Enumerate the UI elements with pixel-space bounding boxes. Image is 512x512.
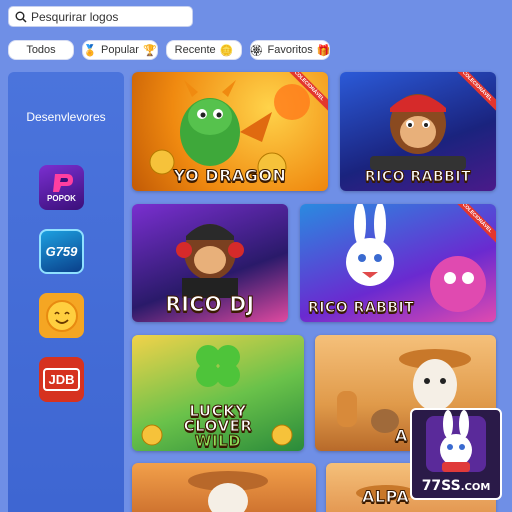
provider-name: JDB (43, 368, 80, 391)
filter-label: Recente (174, 44, 216, 56)
coins-icon: 🪙 (219, 44, 234, 57)
provider-sidebar: Desenvlevores POPOK G759 JDB (8, 72, 124, 512)
favorite-icon: 🏵 (249, 44, 264, 57)
game-card[interactable]: COLECIONÁVEL RICO RABBIT (300, 204, 496, 322)
rabbit-mascot-icon (426, 410, 486, 472)
filter-label: Todos (26, 44, 56, 56)
filter-bar: Todos 🏅 Popular 🏆 Recente 🪙 🏵 Favoritos … (8, 40, 330, 60)
provider-popok[interactable]: POPOK (39, 165, 84, 210)
provider-g759[interactable]: G759 (39, 229, 84, 274)
game-card[interactable]: COLECIONÁVEL RICO RABBIT (340, 72, 496, 191)
popok-p-icon (52, 174, 73, 192)
filter-todos[interactable]: Todos (8, 40, 74, 60)
brand-name: 77SS.COM (412, 478, 500, 494)
game-title: RICO DJ (165, 292, 255, 317)
popular-icon: 🏅 (83, 44, 98, 57)
search-bar[interactable]: Pesqurirar logos (8, 6, 193, 27)
game-card[interactable]: LUCKY CLOVER WILD (132, 335, 304, 451)
sidebar-title: Desenvlevores (26, 110, 106, 124)
filter-popular[interactable]: 🏅 Popular 🏆 (82, 40, 158, 60)
filter-label: Popular (101, 44, 139, 56)
game-card[interactable] (132, 463, 316, 512)
brand-badge: 77SS.COM (410, 408, 502, 500)
alpaca-icon (188, 471, 268, 512)
game-title-line: WILD (194, 432, 242, 450)
game-title: RICO RABBIT (364, 169, 472, 186)
game-title: LUCKY CLOVER WILD (132, 403, 304, 450)
search-input[interactable]: Pesqurirar logos (31, 10, 118, 24)
brand-text: 77SS (421, 478, 461, 494)
filter-recente[interactable]: Recente 🪙 (166, 40, 242, 60)
filter-label: Favoritos (267, 44, 313, 56)
gift-icon: 🎁 (316, 44, 331, 57)
trophy-icon: 🏆 (142, 44, 157, 57)
filter-favoritos[interactable]: 🏵 Favoritos 🎁 (250, 40, 330, 60)
provider-name: G759 (45, 244, 78, 259)
game-title: RICO RABBIT (308, 300, 415, 317)
game-title: YO DRAGON (173, 166, 287, 186)
provider-sun[interactable] (39, 293, 84, 338)
search-icon (15, 11, 27, 23)
provider-jdb[interactable]: JDB (39, 357, 84, 402)
game-card[interactable]: RICO DJ (132, 204, 288, 322)
game-card[interactable]: COLECIONÁVEL YO DRAGON (132, 72, 328, 191)
sun-face-icon (45, 299, 78, 332)
provider-name: POPOK (47, 194, 76, 203)
brand-suffix: .COM (460, 482, 491, 493)
